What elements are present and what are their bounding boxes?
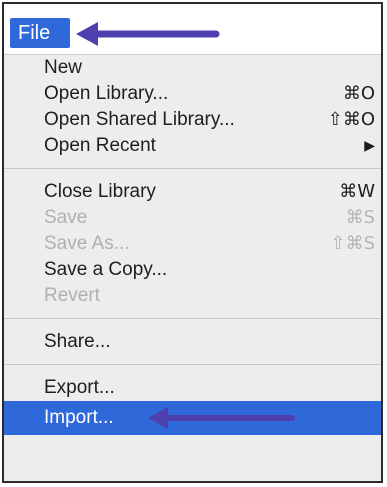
menu-item-save-as: Save As... ⇧⌘S <box>4 231 381 257</box>
menu-bar: File <box>4 4 381 55</box>
menu-item-new[interactable]: New <box>4 55 381 81</box>
menu-item-label: Open Recent <box>44 135 156 156</box>
menu-item-label: Revert <box>44 285 100 306</box>
menu-item-label: Share... <box>44 331 111 352</box>
menu-item-label: Save <box>44 207 88 228</box>
menu-item-export[interactable]: Export... <box>4 375 381 401</box>
shortcut-label: ⌘O <box>342 83 375 104</box>
menu-item-label: Export... <box>44 377 115 398</box>
menu-item-open-recent[interactable]: Open Recent ▶ <box>4 133 381 159</box>
menu-item-label: Save a Copy... <box>44 259 168 280</box>
menu-item-revert: Revert <box>4 283 381 309</box>
shortcut-label: ⌘W <box>339 181 375 202</box>
menu-item-open-library[interactable]: Open Library... ⌘O <box>4 81 381 107</box>
menu-item-label: Open Shared Library... <box>44 109 235 130</box>
menu-item-save-a-copy[interactable]: Save a Copy... <box>4 257 381 283</box>
file-menu-window: File New Open Library... ⌘O Open Shared … <box>2 2 383 483</box>
menu-item-label: New <box>44 57 83 78</box>
menu-item-label: Import... <box>44 407 114 428</box>
menu-item-share[interactable]: Share... <box>4 329 381 355</box>
menu-item-label: Open Library... <box>44 83 169 104</box>
file-menu-title[interactable]: File <box>10 18 70 48</box>
menu-separator <box>4 168 381 169</box>
left-arrow-icon <box>148 407 295 429</box>
shortcut-label: ⌘S <box>345 207 375 228</box>
file-menu-items: New Open Library... ⌘O Open Shared Libra… <box>4 55 381 435</box>
menu-item-open-shared-library[interactable]: Open Shared Library... ⇧⌘O <box>4 107 381 133</box>
menu-item-label: Save As... <box>44 233 130 254</box>
menu-separator <box>4 364 381 365</box>
shortcut-label: ⇧⌘S <box>330 233 375 254</box>
left-arrow-icon <box>76 22 220 46</box>
menu-separator <box>4 318 381 319</box>
submenu-arrow-icon: ▶ <box>364 138 375 154</box>
menu-item-save: Save ⌘S <box>4 205 381 231</box>
menu-item-label: Close Library <box>44 181 156 202</box>
menu-item-import[interactable]: Import... <box>4 401 381 435</box>
menu-item-close-library[interactable]: Close Library ⌘W <box>4 179 381 205</box>
shortcut-label: ⇧⌘O <box>327 109 375 130</box>
